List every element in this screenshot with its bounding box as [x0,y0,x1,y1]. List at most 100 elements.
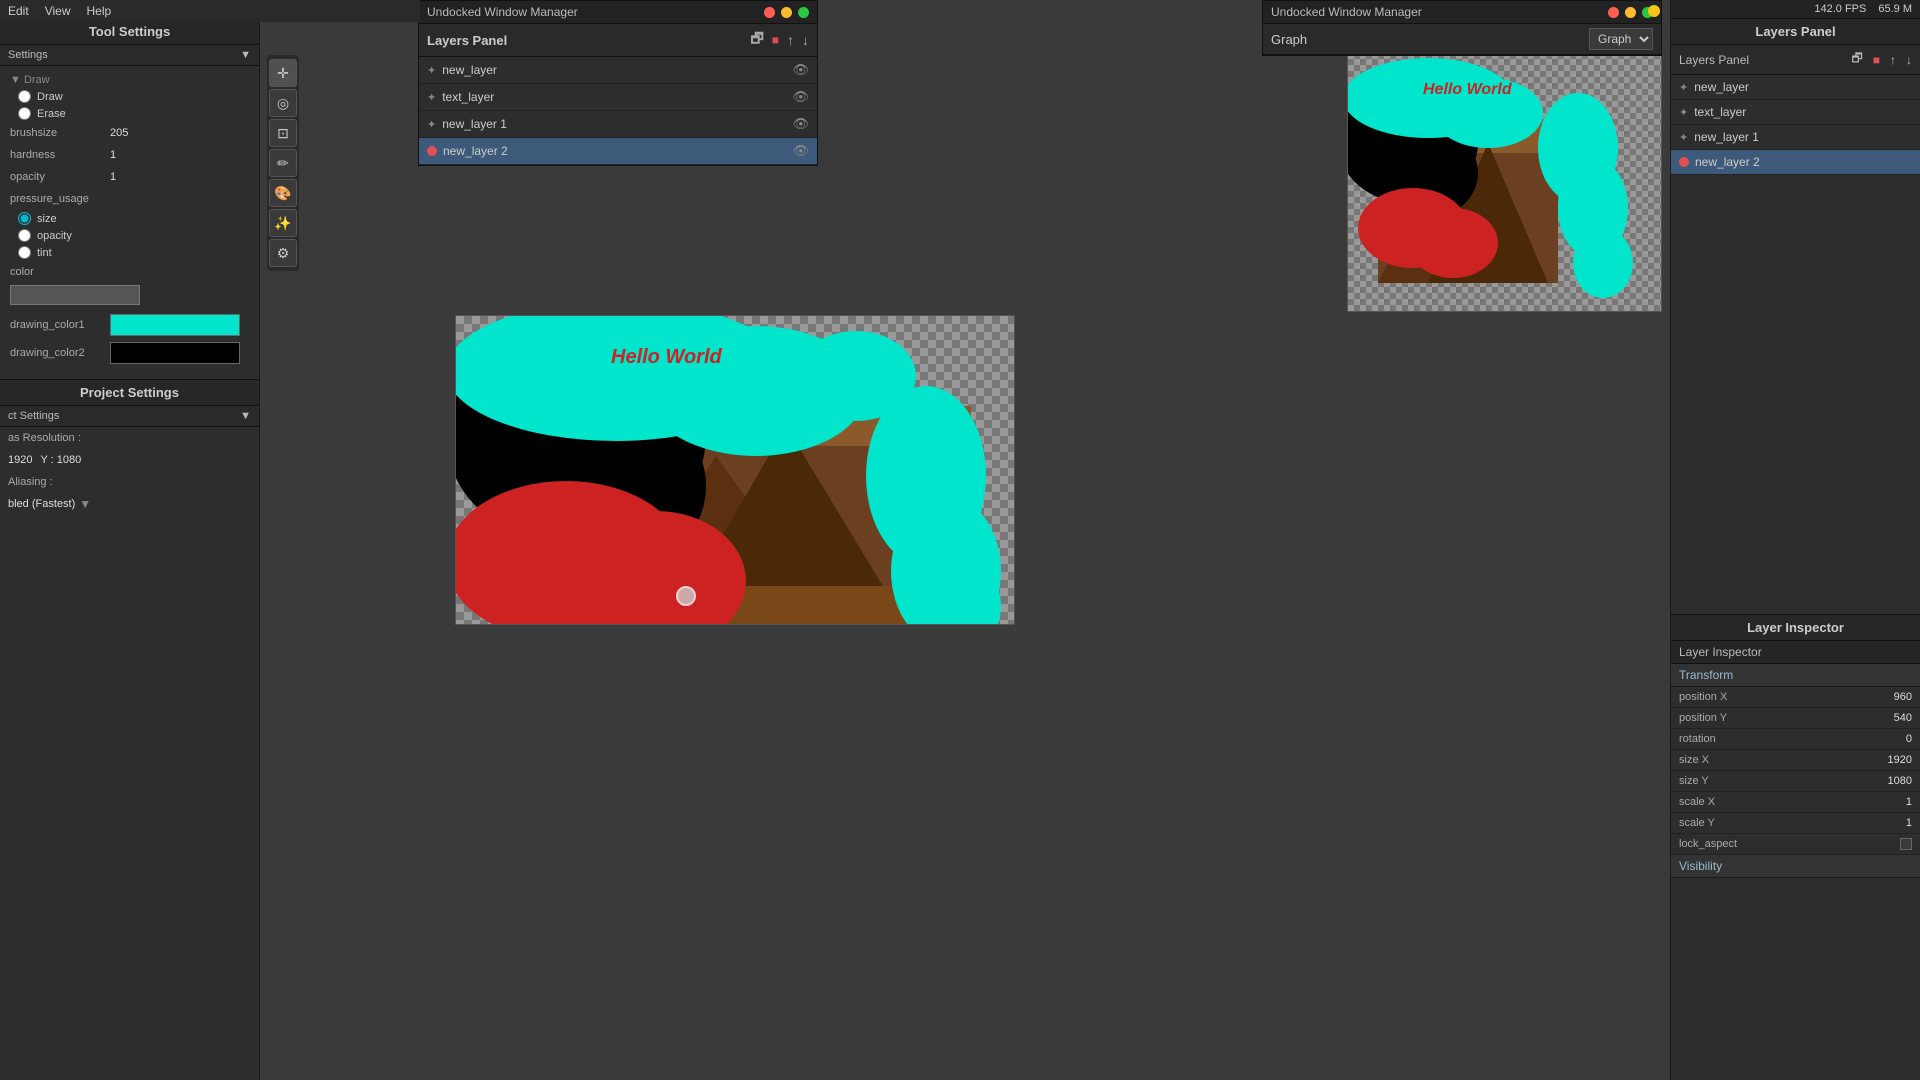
project-settings-title: Project Settings [0,379,259,406]
size-radio[interactable] [18,212,31,225]
erase-radio-row[interactable]: Erase [2,105,257,122]
scale-x-value[interactable]: 1 [1906,796,1912,808]
layer-visibility-icon-3[interactable]: 👁 [792,116,809,132]
transform-section-header[interactable]: Transform [1671,664,1920,687]
right-layer-item-4[interactable]: new_layer 2 [1671,150,1920,175]
canvas-height[interactable]: Y : 1080 [40,454,81,466]
canvas-resolution-row: as Resolution : [0,427,259,449]
menu-edit[interactable]: Edit [8,4,29,18]
minimize-window-button[interactable] [781,7,792,18]
layers-window-titlebar[interactable]: Undocked Window Manager [419,1,817,24]
undocked-graph-window: Undocked Window Manager Graph Graph [1262,0,1662,56]
right-layer-star-2: ✦ [1679,106,1688,119]
hardness-value[interactable]: 1 [110,149,116,161]
position-y-value[interactable]: 540 [1894,712,1912,724]
visibility-section-header[interactable]: Visibility [1671,855,1920,878]
brushsize-row: brushsize 205 [2,122,257,144]
scale-x-label: scale X [1679,796,1906,808]
filter-row: bled (Fastest) ▼ [0,493,259,515]
right-layer-item-2[interactable]: ✦ text_layer [1671,100,1920,125]
hardness-label: hardness [10,149,110,161]
right-layer-item-1[interactable]: ✦ new_layer [1671,75,1920,100]
layers-icon[interactable]: 🗗 [751,28,764,52]
canvas-size-row: 1920 Y : 1080 [0,449,259,471]
main-canvas-svg [456,316,1014,624]
rotation-value[interactable]: 0 [1906,733,1912,745]
layer-name-2: text_layer [442,90,494,104]
right-arrow-up-icon[interactable]: ↑ [1890,53,1896,67]
color-row: color [2,261,257,283]
color-input-box[interactable] [10,285,140,305]
pressure-row: pressure_usage [2,188,257,210]
menu-help[interactable]: Help [86,4,111,18]
layer-item-new_layer_1[interactable]: ✦ new_layer 1 👁 [419,111,817,138]
filter-value[interactable]: bled (Fastest) [8,498,75,510]
size-x-value[interactable]: 1920 [1888,754,1912,766]
opacity-radio[interactable] [18,229,31,242]
fps-value: 142.0 FPS [1814,3,1866,15]
transform-handle[interactable] [676,586,696,606]
pencil-tool-button[interactable]: ✏ [269,149,297,177]
right-layers-icon[interactable]: 🗗 [1851,49,1862,70]
layer-visibility-icon-1[interactable]: 👁 [792,62,809,78]
palette-tool-button[interactable]: 🎨 [269,179,297,207]
graph-dropdown[interactable]: Graph [1589,28,1653,50]
magic-tool-button[interactable]: ✨ [269,209,297,237]
antialiasing-row: Aliasing : [0,471,259,493]
erase-radio[interactable] [18,107,31,120]
red-square-icon[interactable]: ■ [772,33,779,47]
layer-item-text_layer[interactable]: ✦ text_layer 👁 [419,84,817,111]
layer-visibility-icon-2[interactable]: 👁 [792,89,809,105]
minimize-graph-button[interactable] [1625,7,1636,18]
close-graph-button[interactable] [1608,7,1619,18]
right-layer-name-2: text_layer [1694,105,1746,119]
size-y-label: size Y [1679,775,1888,787]
arrow-down-icon[interactable]: ↓ [802,32,809,48]
right-red-square-icon[interactable]: ■ [1873,53,1880,67]
layer-item-new_layer_2[interactable]: new_layer 2 👁 [419,138,817,165]
menu-view[interactable]: View [45,4,71,18]
rotation-row: rotation 0 [1671,729,1920,750]
project-settings-dropdown[interactable]: ct Settings ▼ [0,406,259,427]
right-arrow-down-icon[interactable]: ↓ [1906,53,1912,67]
canvas-width[interactable]: 1920 [8,454,32,466]
select-tool-button[interactable]: ⊡ [269,119,297,147]
draw-radio-row[interactable]: Draw [2,88,257,105]
menu-bar: Edit View Help [0,0,420,22]
graph-window-titlebar[interactable]: Undocked Window Manager [1263,1,1661,24]
layer-visibility-icon-4[interactable]: 👁 [792,143,809,159]
scale-y-value[interactable]: 1 [1906,817,1912,829]
position-x-value[interactable]: 960 [1894,691,1912,703]
layer-item-new_layer[interactable]: ✦ new_layer 👁 [419,57,817,84]
layer-star-icon-1: ✦ [427,64,436,77]
lock-aspect-checkbox[interactable] [1900,838,1912,850]
brushsize-value[interactable]: 205 [110,127,128,139]
arrow-up-icon[interactable]: ↑ [787,32,794,48]
drawing-color2-swatch[interactable] [110,342,240,364]
chevron-down-icon-2: ▼ [240,410,251,422]
drawing-color1-label: drawing_color1 [10,319,110,331]
hardness-row: hardness 1 [2,144,257,166]
opacity-value[interactable]: 1 [110,171,116,183]
layer-name-1: new_layer [442,63,497,77]
drawing-color1-swatch[interactable] [110,314,240,336]
opacity-radio-row[interactable]: opacity [2,227,257,244]
draw-radio[interactable] [18,90,31,103]
inspector-panel: Layer Inspector Transform position X 960… [1671,641,1920,1080]
main-canvas[interactable]: Hello World [455,315,1015,625]
close-window-button[interactable] [764,7,775,18]
size-y-value[interactable]: 1080 [1888,775,1912,787]
brush-type-header: ▼ Draw [2,70,257,88]
maximize-window-button[interactable] [798,7,809,18]
circle-tool-button[interactable]: ◎ [269,89,297,117]
scale-y-row: scale Y 1 [1671,813,1920,834]
right-layer-item-3[interactable]: ✦ new_layer 1 [1671,125,1920,150]
settings-tool-button[interactable]: ⚙ [269,239,297,267]
move-tool-button[interactable]: ✛ [269,59,297,87]
settings-dropdown-header[interactable]: Settings ▼ [0,45,259,66]
position-y-row: position Y 540 [1671,708,1920,729]
size-radio-row[interactable]: size [2,210,257,227]
pressure-label: pressure_usage [10,193,110,205]
tint-radio-row[interactable]: tint [2,244,257,261]
tint-radio[interactable] [18,246,31,259]
